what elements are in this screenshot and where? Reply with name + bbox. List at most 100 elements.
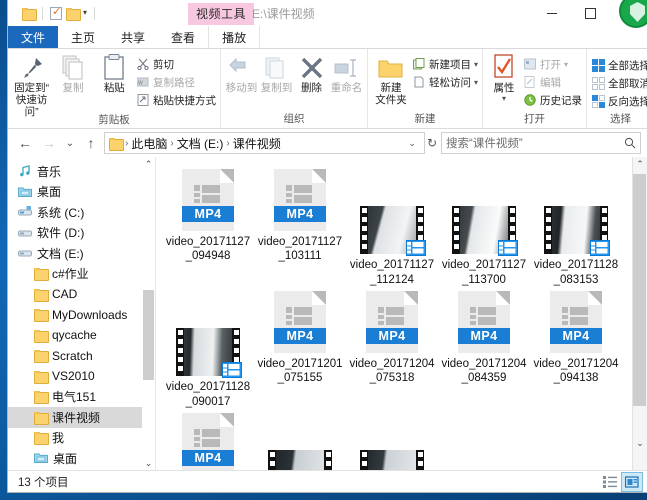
edit-button[interactable]: 编辑 xyxy=(523,74,582,90)
scroll-up-icon[interactable]: ⌃ xyxy=(142,157,155,171)
details-view-button[interactable] xyxy=(599,472,621,492)
list-item[interactable]: MP4 video_20171204_075318 xyxy=(346,287,438,409)
minimize-button[interactable] xyxy=(533,0,571,26)
sidebar-item-mydownloads[interactable]: MyDownloads xyxy=(8,305,155,326)
properties-button[interactable]: 属性 ▾ xyxy=(487,52,521,103)
sidebar-item-csharp-homework[interactable]: c#作业 xyxy=(8,264,155,285)
ribbon-group-organize: 移动到 复制到 删除 重命名 组织 xyxy=(221,49,368,128)
select-none-button[interactable]: 全部取消 xyxy=(591,75,647,91)
cut-button[interactable]: 剪切 xyxy=(136,56,216,72)
file-list-scroll-thumb[interactable] xyxy=(633,174,646,406)
sidebar-item-dianqi151[interactable]: 电气151 xyxy=(8,387,155,408)
breadcrumb-separator-2[interactable]: › xyxy=(226,138,229,149)
list-item[interactable]: video_20171206_2 xyxy=(346,409,438,470)
easy-access-caret-icon[interactable]: ▾ xyxy=(474,78,478,87)
large-icons-view-button[interactable] xyxy=(621,471,643,492)
file-name: video_20171127_113700 xyxy=(441,259,527,286)
copy-button[interactable]: 复制 xyxy=(53,52,92,94)
sidebar-item-network[interactable]: 网络 xyxy=(8,469,155,471)
properties-icon[interactable] xyxy=(50,5,62,20)
pin-to-quick-access-button[interactable]: 固定到“ 快速访问” xyxy=(12,52,51,118)
list-item[interactable]: MP4 video_20171127_094948 xyxy=(162,165,254,287)
breadcrumb[interactable]: › 此电脑 › 文档 (E:) › 课件视频 ⌄ xyxy=(104,132,425,154)
new-item-label: 新建项目 xyxy=(428,58,471,71)
sidebar-item-system-c[interactable]: 系统 (C:) xyxy=(8,202,155,223)
history-button[interactable]: 历史记录 xyxy=(523,92,582,108)
list-item[interactable]: MP4 video_20171127_103111 xyxy=(254,165,346,287)
paste-shortcut-button[interactable]: 粘贴快捷方式 xyxy=(136,92,216,108)
easy-access-button[interactable]: 轻松访问 ▾ xyxy=(412,74,478,90)
breadcrumb-separator-1[interactable]: › xyxy=(170,138,173,149)
copy-path-label: 复制路径 xyxy=(152,76,195,89)
paste-button[interactable]: 粘贴 xyxy=(95,52,134,94)
sidebar-item-scratch[interactable]: Scratch xyxy=(8,346,155,367)
navpane-scroll-thumb[interactable] xyxy=(143,290,154,380)
select-all-button[interactable]: 全部选择 xyxy=(591,57,647,73)
sidebar-item-music[interactable]: 音乐 xyxy=(8,161,155,182)
breadcrumb-item-courseware-video[interactable]: 课件视频 xyxy=(233,135,281,152)
list-item[interactable]: MP4 video_20171201_075155 xyxy=(254,287,346,409)
up-button[interactable]: ↑ xyxy=(80,132,102,154)
list-item[interactable]: video_20171206_1 xyxy=(254,409,346,470)
scroll-up-icon[interactable]: ⌃ xyxy=(633,157,647,172)
search-input[interactable]: 搜索“课件视频” xyxy=(441,132,641,154)
new-folder-icon[interactable] xyxy=(66,7,81,21)
file-name: video_20171204_094138 xyxy=(533,358,619,385)
chevron-down-icon[interactable]: ▾ xyxy=(83,9,87,17)
back-button[interactable]: ← xyxy=(14,132,36,154)
sidebar-item-desktop-sub[interactable]: 桌面 xyxy=(8,448,155,469)
properties-caret-icon[interactable]: ▾ xyxy=(502,94,506,103)
open-caret-icon[interactable]: ▾ xyxy=(564,60,568,69)
sidebar-item-software-d[interactable]: 软件 (D:) xyxy=(8,223,155,244)
list-item[interactable]: video_20171128_083153 xyxy=(530,165,622,287)
breadcrumb-item-documents-e[interactable]: 文档 (E:) xyxy=(177,135,224,152)
list-item[interactable]: MP4 video_20171204_084359 xyxy=(438,287,530,409)
tab-file[interactable]: 文件 xyxy=(8,26,59,48)
sidebar-item-courseware-video[interactable]: 课件视频 xyxy=(8,407,155,428)
mp4-badge: MP4 xyxy=(274,206,326,222)
recent-locations-button[interactable]: ⌄ xyxy=(62,132,78,154)
scroll-down-icon[interactable]: ⌄ xyxy=(633,436,647,451)
sidebar-item-desktop[interactable]: 桌面 xyxy=(8,182,155,203)
list-item[interactable]: MP4 video_20171204_094138 xyxy=(530,287,622,409)
tab-share[interactable]: 共享 xyxy=(108,26,158,48)
rename-button[interactable]: 重命名 xyxy=(330,52,363,94)
chevron-down-icon[interactable]: ⌄ xyxy=(404,138,420,149)
refresh-icon[interactable]: ↻ xyxy=(427,136,439,150)
folder-icon[interactable] xyxy=(22,7,37,21)
sidebar-item-vs2010[interactable]: VS2010 xyxy=(8,366,155,387)
file-list-pane[interactable]: MP4 video_20171127_094948 MP4 video_2017… xyxy=(156,157,647,470)
properties-icon xyxy=(493,54,515,80)
file-icon-wrap xyxy=(358,436,426,470)
copy-to-button[interactable]: 复制到 xyxy=(260,52,293,94)
quick-access-toolbar: ▾ xyxy=(8,5,98,21)
search-icon[interactable] xyxy=(624,137,636,149)
list-item[interactable]: video_20171128_090017 xyxy=(162,287,254,409)
maximize-button[interactable] xyxy=(571,0,609,26)
move-to-button[interactable]: 移动到 xyxy=(225,52,258,94)
forward-button[interactable]: → xyxy=(38,132,60,154)
scroll-down-icon[interactable]: ⌄ xyxy=(142,456,155,470)
sidebar-item-documents-e[interactable]: 文档 (E:) xyxy=(8,243,155,264)
breadcrumb-item-this-pc[interactable]: 此电脑 xyxy=(131,135,167,152)
breadcrumb-separator-0[interactable]: › xyxy=(125,138,128,149)
delete-button[interactable]: 删除 xyxy=(295,52,328,94)
sidebar-item-qycache[interactable]: qycache xyxy=(8,325,155,346)
select-none-icon xyxy=(591,76,605,90)
list-item[interactable]: video_20171127_113700 xyxy=(438,165,530,287)
new-folder-button[interactable]: 新建 文件夹 xyxy=(372,52,410,106)
copy-path-button[interactable]: W 复制路径 xyxy=(136,74,216,90)
tab-view[interactable]: 查看 xyxy=(158,26,208,48)
list-item[interactable]: video_20171127_112124 xyxy=(346,165,438,287)
new-item-button[interactable]: 新建项目 ▾ xyxy=(412,56,478,72)
sidebar-item-cad[interactable]: CAD xyxy=(8,284,155,305)
open-button[interactable]: 打开 ▾ xyxy=(523,56,582,72)
history-label: 历史记录 xyxy=(540,94,582,107)
new-item-caret-icon[interactable]: ▾ xyxy=(474,60,478,69)
invert-selection-button[interactable]: 反向选择 xyxy=(591,93,647,109)
tab-play[interactable]: 播放 xyxy=(208,26,261,48)
tab-home[interactable]: 主页 xyxy=(58,26,109,48)
list-item[interactable]: MP4 video_20171206_0 xyxy=(162,409,254,470)
sidebar-item-wo[interactable]: 我 xyxy=(8,428,155,449)
edit-label: 编辑 xyxy=(540,76,561,89)
